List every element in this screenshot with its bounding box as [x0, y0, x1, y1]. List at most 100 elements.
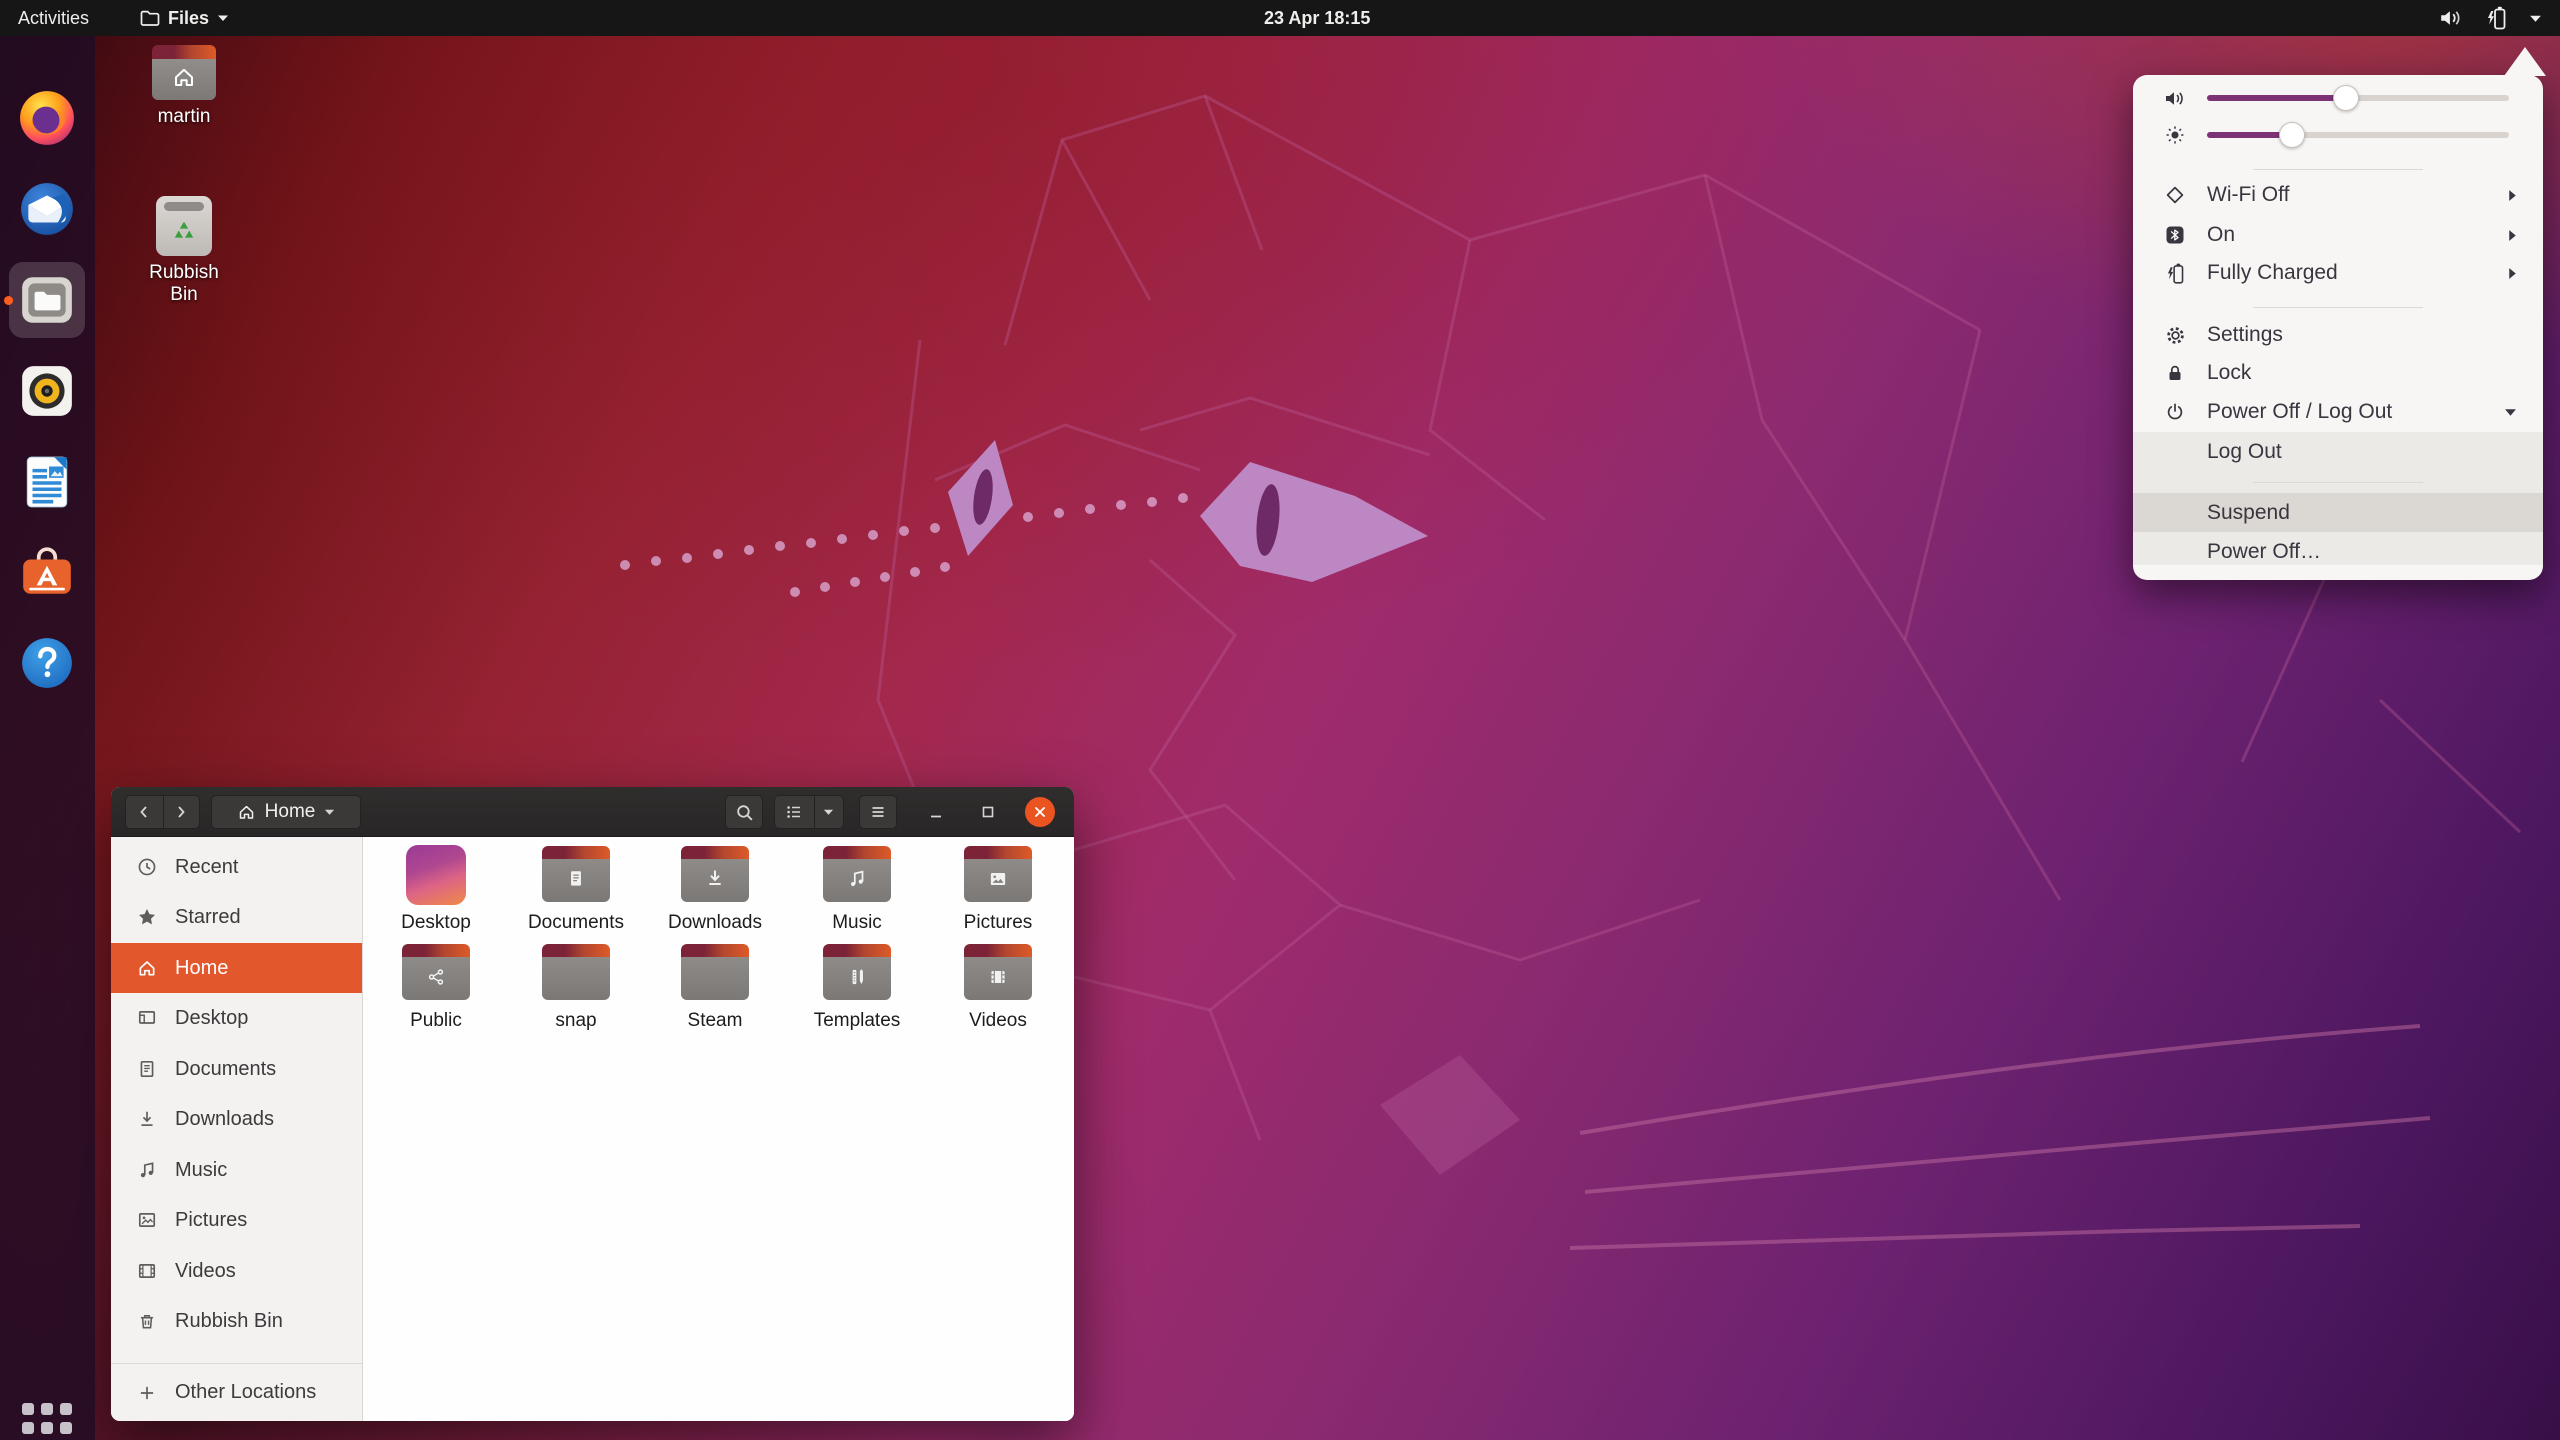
sidebar-item-pictures[interactable]: Pictures — [111, 1195, 362, 1245]
show-applications-button[interactable] — [17, 1398, 77, 1440]
dock-item-help[interactable] — [15, 631, 79, 695]
system-status-area[interactable] — [2427, 0, 2554, 36]
menu-item-wifi[interactable]: Wi-Fi Off — [2133, 176, 2543, 214]
folder-icon — [823, 944, 891, 1000]
clock[interactable]: 23 Apr 18:15 — [1252, 0, 1382, 36]
menu-separator — [2253, 307, 2423, 308]
folder-item-music[interactable]: Music — [793, 845, 921, 934]
minimize-button[interactable] — [918, 795, 954, 829]
sidebar-item-downloads[interactable]: Downloads — [111, 1094, 362, 1144]
folder-label: Templates — [813, 1010, 901, 1031]
submenu-item-suspend[interactable]: Suspend — [2133, 493, 2543, 532]
folder-item-snap[interactable]: snap — [512, 943, 640, 1032]
maximize-icon — [982, 806, 994, 818]
window-menu-button[interactable] — [859, 795, 897, 829]
sidebar-item-label: Other Locations — [175, 1381, 317, 1403]
sidebar-item-rubbish-bin[interactable]: Rubbish Bin — [111, 1296, 362, 1346]
menu-item-settings[interactable]: Settings — [2133, 316, 2543, 354]
close-button[interactable] — [1025, 797, 1055, 827]
sidebar-item-label: Downloads — [175, 1107, 274, 1130]
system-menu: Wi-Fi Off On Fully Charged Settings Lock… — [2133, 75, 2543, 580]
chevron-left-icon — [140, 806, 147, 818]
menu-item-label: Power Off / Log Out — [2207, 400, 2393, 423]
maximize-button[interactable] — [970, 795, 1006, 829]
menu-item-label: Wi-Fi Off — [2207, 183, 2290, 206]
desktop-icon — [137, 1008, 157, 1028]
desktop-screen: Activities Files 23 Apr 18:15 martin Rub… — [0, 0, 2560, 1440]
menu-item-power-off-log-out[interactable]: Power Off / Log Out — [2133, 393, 2543, 431]
places-sidebar: Recent Starred Home Desktop Documents Do… — [111, 837, 363, 1421]
view-toggle-group — [774, 795, 844, 829]
lock-icon — [2163, 361, 2187, 385]
sidebar-item-desktop[interactable]: Desktop — [111, 993, 362, 1043]
folder-icon — [140, 9, 160, 27]
menu-item-battery[interactable]: Fully Charged — [2133, 254, 2543, 292]
sidebar-item-home[interactable]: Home — [111, 943, 362, 993]
menu-separator — [2253, 169, 2423, 170]
sidebar-item-label: Documents — [175, 1057, 277, 1080]
volume-slider-knob[interactable] — [2332, 85, 2359, 111]
folder-label: Public — [410, 1010, 462, 1031]
sidebar-item-starred[interactable]: Starred — [111, 892, 362, 942]
view-options-button[interactable] — [813, 796, 843, 828]
desktop-icon-label: martin — [157, 106, 211, 127]
home-folder-icon — [152, 45, 216, 100]
menu-item-lock[interactable]: Lock — [2133, 354, 2543, 392]
folder-item-steam[interactable]: Steam — [651, 943, 779, 1032]
chevron-down-icon — [2504, 408, 2517, 417]
sidebar-item-videos[interactable]: Videos — [111, 1246, 362, 1296]
nav-buttons — [125, 795, 200, 829]
house-icon — [175, 68, 193, 86]
forward-button[interactable] — [162, 796, 200, 828]
desktop-icon-home-folder[interactable]: martin — [134, 44, 234, 128]
dock-item-files[interactable] — [15, 268, 79, 332]
folder-grid[interactable]: Desktop Documents Downloads Music Pictur… — [364, 837, 1074, 1421]
volume-icon — [2439, 8, 2463, 28]
folder-label: Desktop — [401, 912, 471, 933]
dock-item-thunderbird[interactable] — [15, 177, 79, 241]
folder-item-desktop[interactable]: Desktop — [372, 845, 500, 934]
folder-item-public[interactable]: Public — [372, 943, 500, 1032]
documents-icon — [137, 1059, 157, 1079]
submenu-item-log-out[interactable]: Log Out — [2133, 433, 2543, 471]
folder-item-downloads[interactable]: Downloads — [651, 845, 779, 934]
folder-item-documents[interactable]: Documents — [512, 845, 640, 934]
folder-icon — [542, 846, 610, 902]
list-view-button[interactable] — [775, 796, 814, 828]
search-icon — [736, 804, 753, 821]
submenu-item-power-off[interactable]: Power Off… — [2133, 533, 2543, 571]
dock-item-ubuntu-software[interactable] — [15, 541, 79, 605]
volume-slider[interactable] — [2207, 85, 2509, 111]
brightness-icon — [2163, 123, 2187, 147]
folder-item-videos[interactable]: Videos — [934, 943, 1062, 1032]
app-menu-files[interactable]: Files — [128, 0, 241, 36]
dock-item-rhythmbox[interactable] — [15, 359, 79, 423]
dock-item-firefox[interactable] — [15, 86, 79, 150]
location-button[interactable]: Home — [211, 795, 361, 829]
activities-button[interactable]: Activities — [6, 0, 101, 36]
sidebar-item-other-locations[interactable]: Other Locations — [111, 1363, 362, 1421]
close-icon — [1035, 807, 1045, 817]
sidebar-item-documents[interactable]: Documents — [111, 1044, 362, 1094]
sidebar-item-music[interactable]: Music — [111, 1145, 362, 1195]
desktop-icon-rubbish-bin[interactable]: Rubbish Bin — [134, 196, 234, 306]
back-button[interactable] — [126, 796, 163, 828]
folder-label: Downloads — [668, 912, 762, 933]
folder-item-pictures[interactable]: Pictures — [934, 845, 1062, 934]
brightness-slider-knob[interactable] — [2278, 122, 2305, 148]
dock-item-libreoffice-writer[interactable] — [15, 450, 79, 514]
list-view-icon — [787, 806, 801, 818]
ubuntu-software-icon — [18, 544, 76, 602]
desktop-icon-label: Rubbish Bin — [149, 262, 219, 305]
window-titlebar[interactable]: Home — [111, 787, 1074, 837]
bluetooth-icon — [2163, 223, 2187, 247]
chevron-down-icon — [217, 14, 229, 22]
sidebar-item-recent[interactable]: Recent — [111, 842, 362, 892]
brightness-slider[interactable] — [2207, 122, 2509, 148]
search-button[interactable] — [725, 795, 763, 829]
menu-item-label: Suspend — [2207, 500, 2290, 524]
folder-item-templates[interactable]: Templates — [793, 943, 921, 1032]
menu-item-bluetooth[interactable]: On — [2133, 216, 2543, 254]
plus-icon — [137, 1383, 157, 1403]
clock-label: 23 Apr 18:15 — [1264, 7, 1371, 28]
